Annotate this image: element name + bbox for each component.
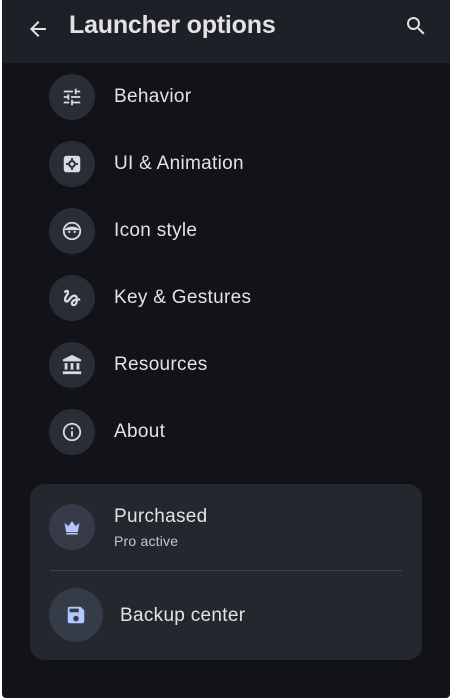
info-icon [62,422,82,442]
menu-item-label: Icon style [114,220,198,241]
premium-card: Purchased Pro active Backup center [30,484,422,660]
purchased-icon-circle [49,504,95,550]
page-title: Launcher options [69,11,276,39]
crown-icon [64,521,80,535]
face-icon [62,221,82,241]
purchased-row[interactable]: Purchased Pro active [30,484,422,570]
arrow-back-icon [30,21,46,37]
menu-item-ui-animation[interactable]: UI & Animation [2,131,450,195]
menu-item-label: About [114,421,166,442]
gesture-icon [63,289,81,307]
bank-building-icon [62,354,82,375]
menu-item-resources[interactable]: Resources [2,332,450,396]
save-floppy-icon [67,606,85,624]
menu-item-label: UI & Animation [114,153,244,174]
menu-item-icon-style[interactable]: Icon style [2,198,450,262]
tune-sliders-icon [63,88,81,106]
purchased-label: Purchased [114,506,208,527]
top-app-bar: Launcher options [2,0,450,63]
menu-item-label: Resources [114,354,208,375]
menu-item-icon-circle [49,208,95,254]
menu-item-label: Key & Gestures [114,287,252,308]
menu-item-behavior[interactable]: Behavior [2,64,450,128]
backup-icon-circle [49,588,103,642]
menu-item-icon-circle [49,409,95,455]
menu-item-icon-circle [49,342,95,388]
app-screen: Launcher options Behavior UI & Animation… [2,0,450,698]
menu-item-about[interactable]: About [2,399,450,463]
menu-item-key-gestures[interactable]: Key & Gestures [2,265,450,329]
search-icon [407,17,425,35]
search-button[interactable] [398,8,434,44]
back-button[interactable] [20,11,56,47]
purchased-status: Pro active [114,533,179,549]
backup-center-label: Backup center [120,605,246,626]
settings-gear-icon [63,155,81,173]
menu-item-icon-circle [49,275,95,321]
menu-item-label: Behavior [114,86,192,107]
menu-item-icon-circle [49,74,95,120]
menu-item-icon-circle [49,141,95,187]
